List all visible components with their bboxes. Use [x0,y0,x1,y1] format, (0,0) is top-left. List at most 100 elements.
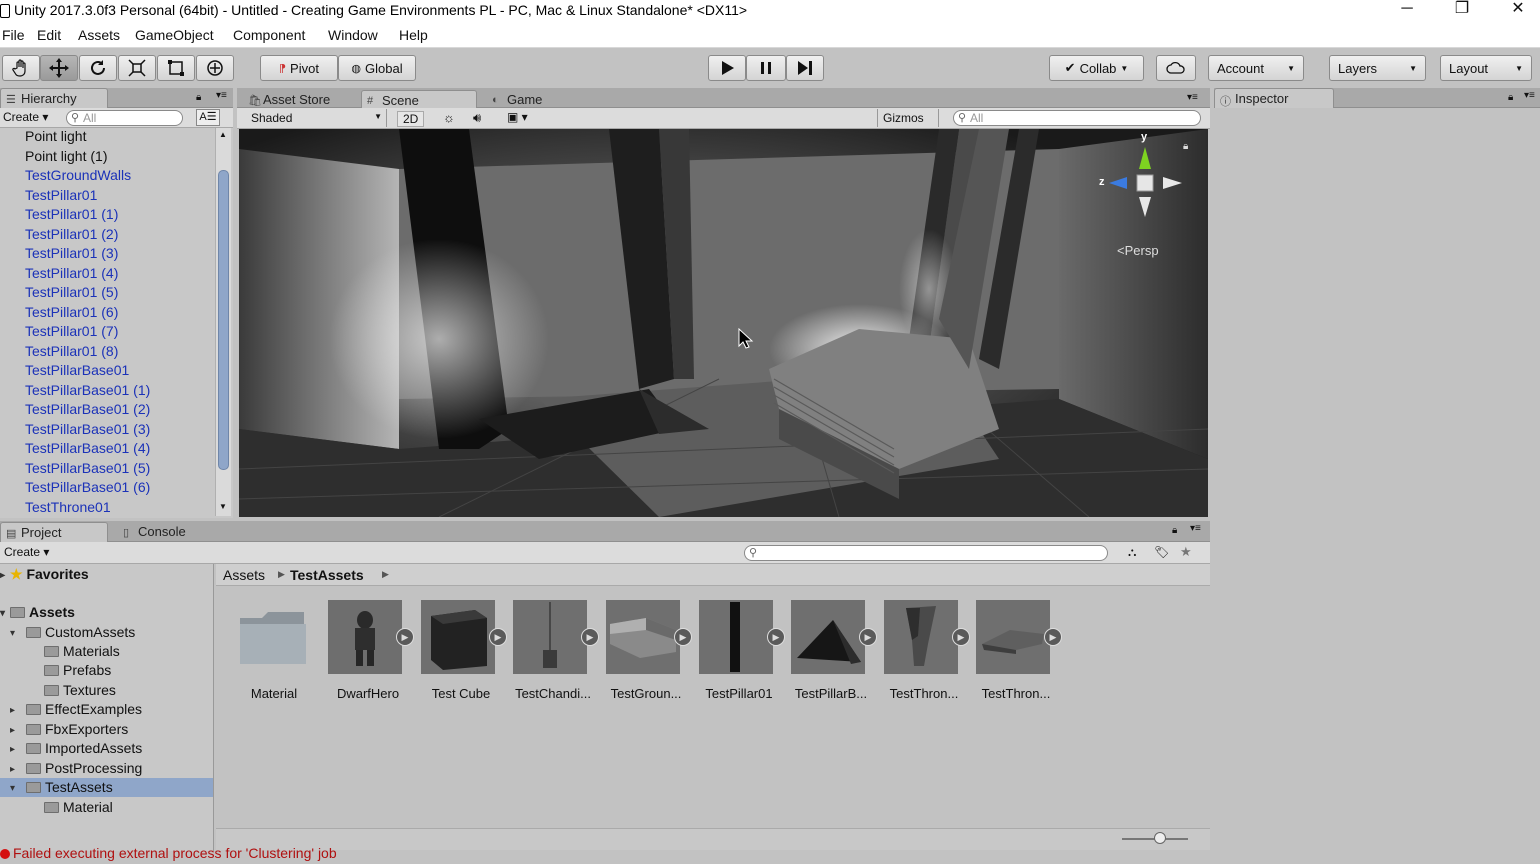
tree-item-effectexamples[interactable]: ▸ EffectExamples [10,701,142,717]
scroll-up-icon[interactable]: ▲ [219,130,227,139]
menu-window[interactable]: Window [328,27,378,43]
transform-tool-button[interactable] [196,55,234,81]
panel-menu-icon[interactable]: ▾≡ [216,90,227,101]
scale-tool-button[interactable] [118,55,156,81]
tree-item-testassets[interactable]: ▾ TestAssets [10,779,113,795]
tab-game[interactable]: ◐ Game [487,90,567,110]
tree-item-textures[interactable]: Textures [44,682,116,698]
tree-item-customassets[interactable]: ▾ CustomAssets [10,624,135,640]
tree-item-postprocessing[interactable]: ▸ PostProcessing [10,760,142,776]
menu-gameobject[interactable]: GameObject [135,27,214,43]
panel-menu-icon[interactable]: ▾≡ [1524,90,1535,101]
menu-file[interactable]: File [2,27,25,43]
list-item[interactable]: TestPillar01 (7) [25,323,118,339]
lock-icon[interactable]: 🔒︎ [1508,92,1513,103]
list-item[interactable]: TestPillar01 (6) [25,304,118,320]
mode-2d-toggle[interactable]: 2D [397,111,425,127]
expand-arrow-icon[interactable]: ▶ [859,628,877,646]
expand-arrow-icon[interactable]: ▶ [396,628,414,646]
list-item[interactable]: TestPillarBase01 (5) [25,460,150,476]
expand-arrow-icon[interactable]: ▶ [1044,628,1062,646]
list-item[interactable]: TestPillar01 (5) [25,284,118,300]
list-item[interactable]: TestPillar01 (4) [25,265,118,281]
create-dropdown[interactable]: Create ▾ [4,545,49,559]
audio-icon[interactable]: 🔊︎ [473,110,481,126]
step-button[interactable] [786,55,824,81]
layers-dropdown[interactable]: Layers ▼ [1329,55,1426,81]
rect-tool-button[interactable] [157,55,195,81]
list-item[interactable]: TestGroundWalls [25,167,131,183]
scrollbar-thumb[interactable] [218,170,229,470]
account-dropdown[interactable]: Account ▼ [1208,55,1304,81]
cloud-button[interactable] [1156,55,1196,81]
list-item[interactable]: Point light (1) [25,148,107,164]
lock-icon[interactable]: 🔒︎ [1172,525,1177,536]
close-button[interactable]: ✕ [1496,0,1540,22]
scene-gizmo[interactable]: y z [1097,131,1187,227]
effects-icon[interactable]: ▣ ▾ [507,110,528,124]
panel-menu-icon[interactable]: ▾≡ [1190,523,1201,534]
collab-dropdown[interactable]: ✔ Collab ▼ [1049,55,1144,81]
pause-button[interactable] [746,55,786,81]
tab-scene[interactable]: # Scene [361,90,477,110]
list-item[interactable]: TestPillar01 (1) [25,206,118,222]
list-item[interactable]: TestPillarBase01 (2) [25,401,150,417]
create-dropdown[interactable]: Create ▾ [3,110,48,124]
tree-item-assets[interactable]: ▾ Assets [0,604,75,620]
breadcrumb-testassets[interactable]: TestAssets [290,567,364,583]
expand-arrow-icon[interactable]: ▶ [489,628,507,646]
scene-search-input[interactable]: ⚲ All [953,110,1201,126]
restore-button[interactable]: ❐ [1440,0,1484,22]
zoom-slider-thumb[interactable] [1154,832,1166,844]
shading-dropdown[interactable]: Shaded ▼ [245,109,387,127]
star-icon[interactable]: ★ [1180,544,1192,560]
tab-hierarchy[interactable]: ☰ Hierarchy [0,88,108,108]
tab-asset-store[interactable]: 🛍︎ Asset Store [243,90,359,110]
list-item[interactable]: TestPillarBase01 (4) [25,440,150,456]
menu-assets[interactable]: Assets [78,27,120,43]
list-item[interactable]: TestThrone01 [25,499,111,515]
expand-arrow-icon[interactable]: ▶ [952,628,970,646]
tree-item-materials[interactable]: Materials [44,643,120,659]
list-item[interactable]: TestPillar01 (2) [25,226,118,242]
list-item[interactable]: Point light [25,128,86,144]
projection-toggle[interactable]: <Persp [1117,243,1159,258]
move-tool-button[interactable] [40,55,78,81]
tab-inspector[interactable]: ⓘ Inspector [1214,88,1334,108]
list-item[interactable]: TestPillarBase01 [25,362,129,378]
tab-console[interactable]: ▯ Console [118,522,208,542]
tag-icon[interactable]: 🏷︎ [1154,545,1169,559]
expand-arrow-icon[interactable]: ▶ [581,628,599,646]
global-toggle[interactable]: ◍ Global [338,55,416,81]
tree-item-fbxexporters[interactable]: ▸ FbxExporters [10,721,128,737]
gizmos-dropdown[interactable]: Gizmos ▼ [877,109,939,138]
panel-menu-icon[interactable]: ▾≡ [1187,92,1198,103]
menu-edit[interactable]: Edit [37,27,61,43]
project-search-input[interactable]: ⚲ [744,545,1108,561]
filter-type-icon[interactable]: ⛬ [1128,545,1136,560]
scene-viewport[interactable]: y z 🔒︎ <Persp [239,129,1208,517]
tree-item-importedassets[interactable]: ▸ ImportedAssets [10,740,142,756]
menu-help[interactable]: Help [399,27,428,43]
sun-icon[interactable]: ☼ [443,110,455,125]
expand-arrow-icon[interactable]: ▶ [674,628,692,646]
sort-icon[interactable]: A☰ [196,109,220,126]
tab-project[interactable]: ▤ Project [0,522,108,542]
list-item[interactable]: TestPillarBase01 (6) [25,479,150,495]
play-button[interactable] [708,55,746,81]
menu-component[interactable]: Component [233,27,305,43]
breadcrumb-assets[interactable]: Assets [223,567,265,583]
list-item[interactable]: TestPillar01 [25,187,97,203]
lock-icon[interactable]: 🔒︎ [196,92,201,103]
tree-item-prefabs[interactable]: Prefabs [44,662,111,678]
rotate-tool-button[interactable] [79,55,117,81]
hierarchy-search-input[interactable]: ⚲ All [66,110,183,126]
layout-dropdown[interactable]: Layout ▼ [1440,55,1532,81]
status-message[interactable]: Failed executing external process for 'C… [13,845,337,861]
hierarchy-scrollbar[interactable]: ▲ ▼ [215,128,231,516]
pivot-toggle[interactable]: ⁋ Pivot [260,55,338,81]
hand-tool-button[interactable] [2,55,40,81]
list-item[interactable]: TestPillar01 (3) [25,245,118,261]
gizmo-lock-icon[interactable]: 🔒︎ [1183,141,1188,152]
expand-arrow-icon[interactable]: ▶ [767,628,785,646]
